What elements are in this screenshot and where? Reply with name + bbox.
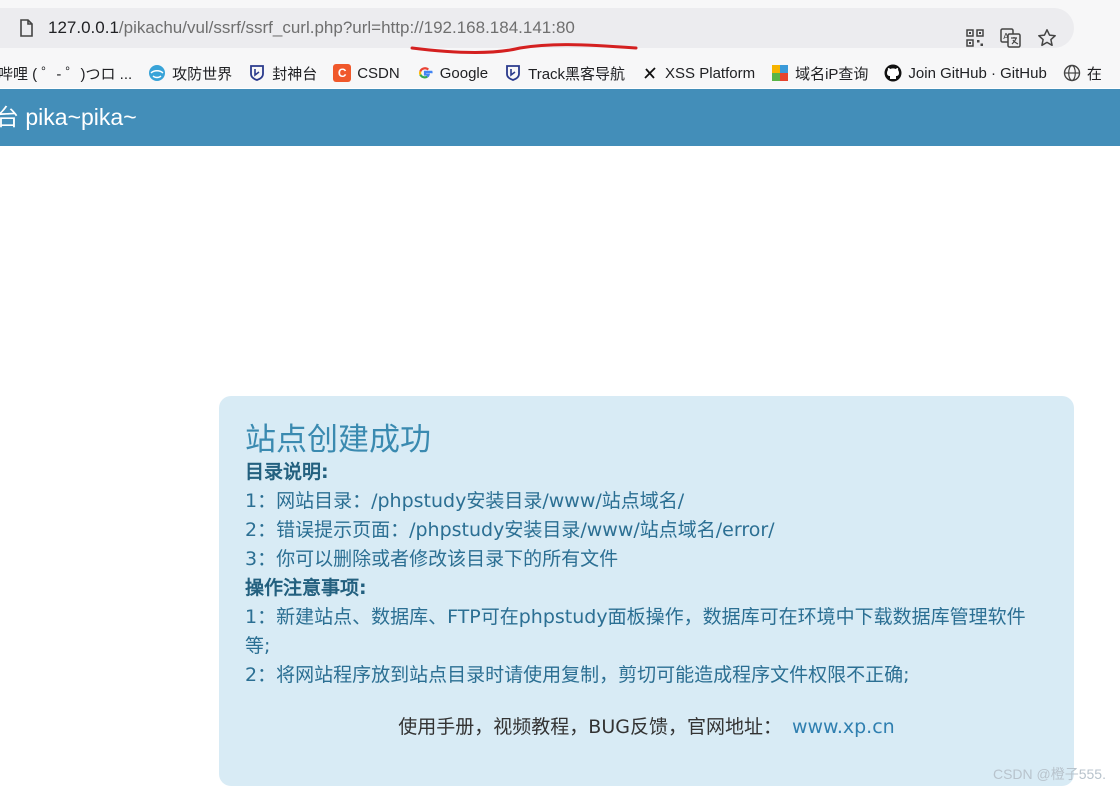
bookmark-label: 封神台 bbox=[272, 65, 318, 83]
url-host: 127.0.0.1 bbox=[48, 18, 119, 37]
bookmark-label: Google bbox=[439, 64, 489, 82]
google-icon bbox=[416, 64, 434, 82]
bookmark-fengshentai[interactable]: 封神台 bbox=[248, 63, 317, 84]
url-text[interactable]: 127.0.0.1/pikachu/vul/ssrf/ssrf_curl.php… bbox=[48, 18, 575, 38]
bookmark-xss-platform[interactable]: XSS Platform bbox=[641, 64, 755, 82]
bookmark-label: 域名iP查询 bbox=[795, 65, 869, 83]
qr-code-icon[interactable] bbox=[962, 25, 988, 51]
bookmarks-bar: 哔哩 ( ゜- ゜)つロ ... 攻防世界 封神台 C CSDN Google bbox=[0, 58, 1120, 88]
bookmark-more[interactable]: 在 bbox=[1063, 63, 1102, 84]
panel-footer: 使用手册，视频教程，BUG反馈，官网地址： www.xp.cn bbox=[219, 712, 1074, 739]
bookmark-csdn[interactable]: C CSDN bbox=[333, 64, 400, 82]
section-title-directory: 目录说明: bbox=[245, 461, 329, 483]
app-title: 台 pika~pika~ bbox=[0, 104, 137, 130]
bookmark-label: CSDN bbox=[357, 64, 400, 82]
panel-body: 目录说明: 1：网站目录：/phpstudy安装目录/www/站点域名/ 2：错… bbox=[245, 458, 1045, 690]
x-icon bbox=[641, 64, 659, 82]
red-annotation-underline bbox=[410, 43, 638, 54]
section-title-notes: 操作注意事项: bbox=[245, 577, 367, 599]
shield-icon bbox=[248, 64, 266, 82]
bookmark-label: Track黑客导航 bbox=[528, 65, 626, 83]
bookmark-track[interactable]: Track黑客导航 bbox=[504, 63, 625, 84]
star-bookmark-icon[interactable] bbox=[1034, 25, 1060, 51]
list-item: 1：网站目录：/phpstudy安装目录/www/站点域名/ bbox=[245, 490, 685, 512]
bookmark-bilibili[interactable]: 哔哩 ( ゜- ゜)つロ ... bbox=[0, 63, 132, 84]
globe-icon bbox=[1063, 64, 1081, 82]
bookmark-gongfangshijie[interactable]: 攻防世界 bbox=[148, 63, 232, 84]
csdn-watermark: CSDN @橙子555. bbox=[992, 766, 1106, 782]
csdn-icon: C bbox=[333, 64, 352, 82]
bookmark-google[interactable]: Google bbox=[416, 64, 488, 82]
globe-blue-icon bbox=[148, 64, 166, 82]
app-header: 台 pika~pika~ bbox=[0, 89, 1120, 146]
official-site-link[interactable]: www.xp.cn bbox=[792, 716, 895, 738]
list-item: 2：错误提示页面：/phpstudy安装目录/www/站点域名/error/ bbox=[245, 519, 775, 541]
url-actions: A bbox=[962, 25, 1060, 51]
bookmark-label: 哔哩 ( ゜- ゜)つロ ... bbox=[0, 65, 133, 83]
browser-toolbar: 127.0.0.1/pikachu/vul/ssrf/ssrf_curl.php… bbox=[0, 0, 1120, 58]
translate-icon[interactable]: A bbox=[998, 25, 1024, 51]
list-item: 2：将网站程序放到站点目录时请使用复制，剪切可能造成程序文件权限不正确; bbox=[245, 664, 910, 686]
shield-icon bbox=[504, 64, 522, 82]
panel-heading: 站点创建成功 bbox=[245, 422, 431, 458]
bookmark-label: Join GitHub · GitHub bbox=[908, 64, 1047, 82]
bookmark-label: 攻防世界 bbox=[172, 65, 233, 83]
bookmark-domain-ip[interactable]: 域名iP查询 bbox=[771, 63, 868, 84]
site-created-panel: 站点创建成功 目录说明: 1：网站目录：/phpstudy安装目录/www/站点… bbox=[219, 396, 1074, 786]
bookmark-label: 在 bbox=[1086, 65, 1102, 83]
puzzle-icon bbox=[771, 64, 789, 82]
list-item: 3：你可以删除或者修改该目录下的所有文件 bbox=[245, 548, 619, 570]
github-icon bbox=[884, 64, 902, 82]
svg-text:A: A bbox=[1003, 32, 1009, 41]
footer-text: 使用手册，视频教程，BUG反馈，官网地址： bbox=[398, 716, 782, 738]
bookmark-github[interactable]: Join GitHub · GitHub bbox=[884, 64, 1047, 82]
list-item: 1：新建站点、数据库、FTP可在phpstudy面板操作，数据库可在环境中下载数… bbox=[245, 606, 1026, 657]
page-icon bbox=[16, 18, 36, 38]
bookmark-label: XSS Platform bbox=[665, 64, 756, 82]
url-path: /pikachu/vul/ssrf/ssrf_curl.php?url=http… bbox=[118, 18, 575, 37]
